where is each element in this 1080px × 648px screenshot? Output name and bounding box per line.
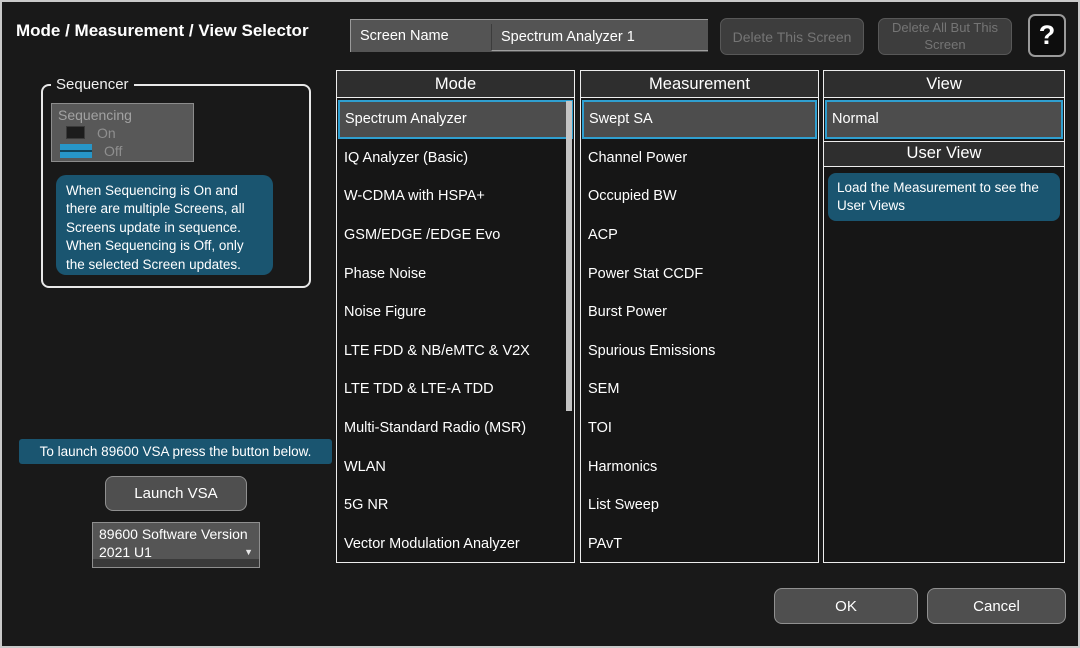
- mode-list: Spectrum Analyzer IQ Analyzer (Basic) W-…: [337, 98, 574, 563]
- measurement-list-item[interactable]: Occupied BW: [581, 177, 818, 216]
- view-list: Normal: [824, 98, 1064, 139]
- mode-list-item[interactable]: LTE TDD & LTE-A TDD: [337, 370, 574, 409]
- mode-list-item[interactable]: 5G NR: [337, 486, 574, 525]
- measurement-list-item[interactable]: Harmonics: [581, 447, 818, 486]
- measurement-list-item[interactable]: TOI: [581, 409, 818, 448]
- mode-list-item[interactable]: Noise Figure: [337, 293, 574, 332]
- view-column: View Normal User View Load the Measureme…: [823, 70, 1065, 563]
- sequencing-off-indicator-icon: [60, 144, 92, 158]
- delete-all-but-this-screen-button[interactable]: Delete All But This Screen: [878, 18, 1012, 55]
- mode-list-item[interactable]: Multi-Standard Radio (MSR): [337, 409, 574, 448]
- view-list-item[interactable]: Normal: [825, 100, 1063, 139]
- screen-name-input[interactable]: Spectrum Analyzer 1: [491, 24, 708, 51]
- vsa-version-value: 2021 U1: [99, 544, 152, 560]
- measurement-list-item[interactable]: Power Stat CCDF: [581, 254, 818, 293]
- measurement-column-header: Measurement: [581, 71, 818, 98]
- measurement-list-item[interactable]: Channel Power: [581, 139, 818, 178]
- measurement-column: Measurement Swept SA Channel Power Occup…: [580, 70, 819, 563]
- measurement-list-item[interactable]: SEM: [581, 370, 818, 409]
- help-icon[interactable]: ?: [1028, 14, 1066, 57]
- view-column-header: View: [824, 71, 1064, 98]
- vsa-version-dropdown[interactable]: 89600 Software Version 2021 U1 ▼: [92, 522, 260, 568]
- sequencing-on-option[interactable]: On: [58, 124, 193, 141]
- measurement-list-item[interactable]: PAvT: [581, 525, 818, 564]
- measurement-list-item[interactable]: Burst Power: [581, 293, 818, 332]
- vsa-version-label: 89600 Software Version: [99, 526, 248, 542]
- sequencing-on-label: On: [97, 125, 116, 141]
- mode-measurement-view-selector-dialog: Mode / Measurement / View Selector Scree…: [0, 0, 1080, 648]
- user-view-header: User View: [824, 141, 1064, 167]
- measurement-list-item[interactable]: Spurious Emissions: [581, 332, 818, 371]
- measurement-list-item[interactable]: List Sweep: [581, 486, 818, 525]
- sequencer-group-label: Sequencer: [51, 76, 134, 93]
- cancel-button[interactable]: Cancel: [927, 588, 1066, 624]
- sequencing-toggle-label: Sequencing: [58, 107, 193, 123]
- measurement-list: Swept SA Channel Power Occupied BW ACP P…: [581, 98, 818, 563]
- measurement-list-item[interactable]: Swept SA: [582, 100, 817, 139]
- page-title: Mode / Measurement / View Selector: [16, 21, 309, 41]
- user-view-info-text: Load the Measurement to see the User Vie…: [828, 173, 1060, 221]
- mode-list-item[interactable]: Vector Modulation Analyzer: [337, 525, 574, 564]
- sequencing-on-indicator-icon: [66, 126, 85, 139]
- mode-column: Mode Spectrum Analyzer IQ Analyzer (Basi…: [336, 70, 575, 563]
- sequencer-group: Sequencer Sequencing On Off When Sequenc…: [41, 84, 311, 288]
- mode-list-item[interactable]: Phase Noise: [337, 254, 574, 293]
- chevron-down-icon: ▼: [244, 547, 253, 557]
- sequencing-off-label: Off: [104, 143, 122, 159]
- mode-list-scrollbar[interactable]: [566, 101, 572, 411]
- screen-name-field[interactable]: Screen Name Spectrum Analyzer 1: [350, 19, 708, 52]
- ok-button[interactable]: OK: [774, 588, 918, 624]
- mode-list-item[interactable]: GSM/EDGE /EDGE Evo: [337, 216, 574, 255]
- mode-list-item[interactable]: W-CDMA with HSPA+: [337, 177, 574, 216]
- launch-vsa-button[interactable]: Launch VSA: [105, 476, 247, 511]
- mode-list-item[interactable]: IQ Analyzer (Basic): [337, 139, 574, 178]
- vsa-info-text: To launch 89600 VSA press the button bel…: [19, 439, 332, 464]
- mode-list-item[interactable]: LTE FDD & NB/eMTC & V2X: [337, 332, 574, 371]
- mode-list-item[interactable]: WLAN: [337, 447, 574, 486]
- mode-column-header: Mode: [337, 71, 574, 98]
- screen-name-label: Screen Name: [351, 28, 491, 44]
- delete-this-screen-button[interactable]: Delete This Screen: [720, 18, 864, 55]
- measurement-list-item[interactable]: ACP: [581, 216, 818, 255]
- mode-list-item[interactable]: Spectrum Analyzer: [338, 100, 573, 139]
- vsa-version-dropdown-base: [93, 559, 259, 567]
- sequencing-off-option[interactable]: Off: [58, 142, 193, 159]
- sequencing-toggle[interactable]: Sequencing On Off: [51, 103, 194, 162]
- sequencer-info-text: When Sequencing is On and there are mult…: [56, 175, 273, 275]
